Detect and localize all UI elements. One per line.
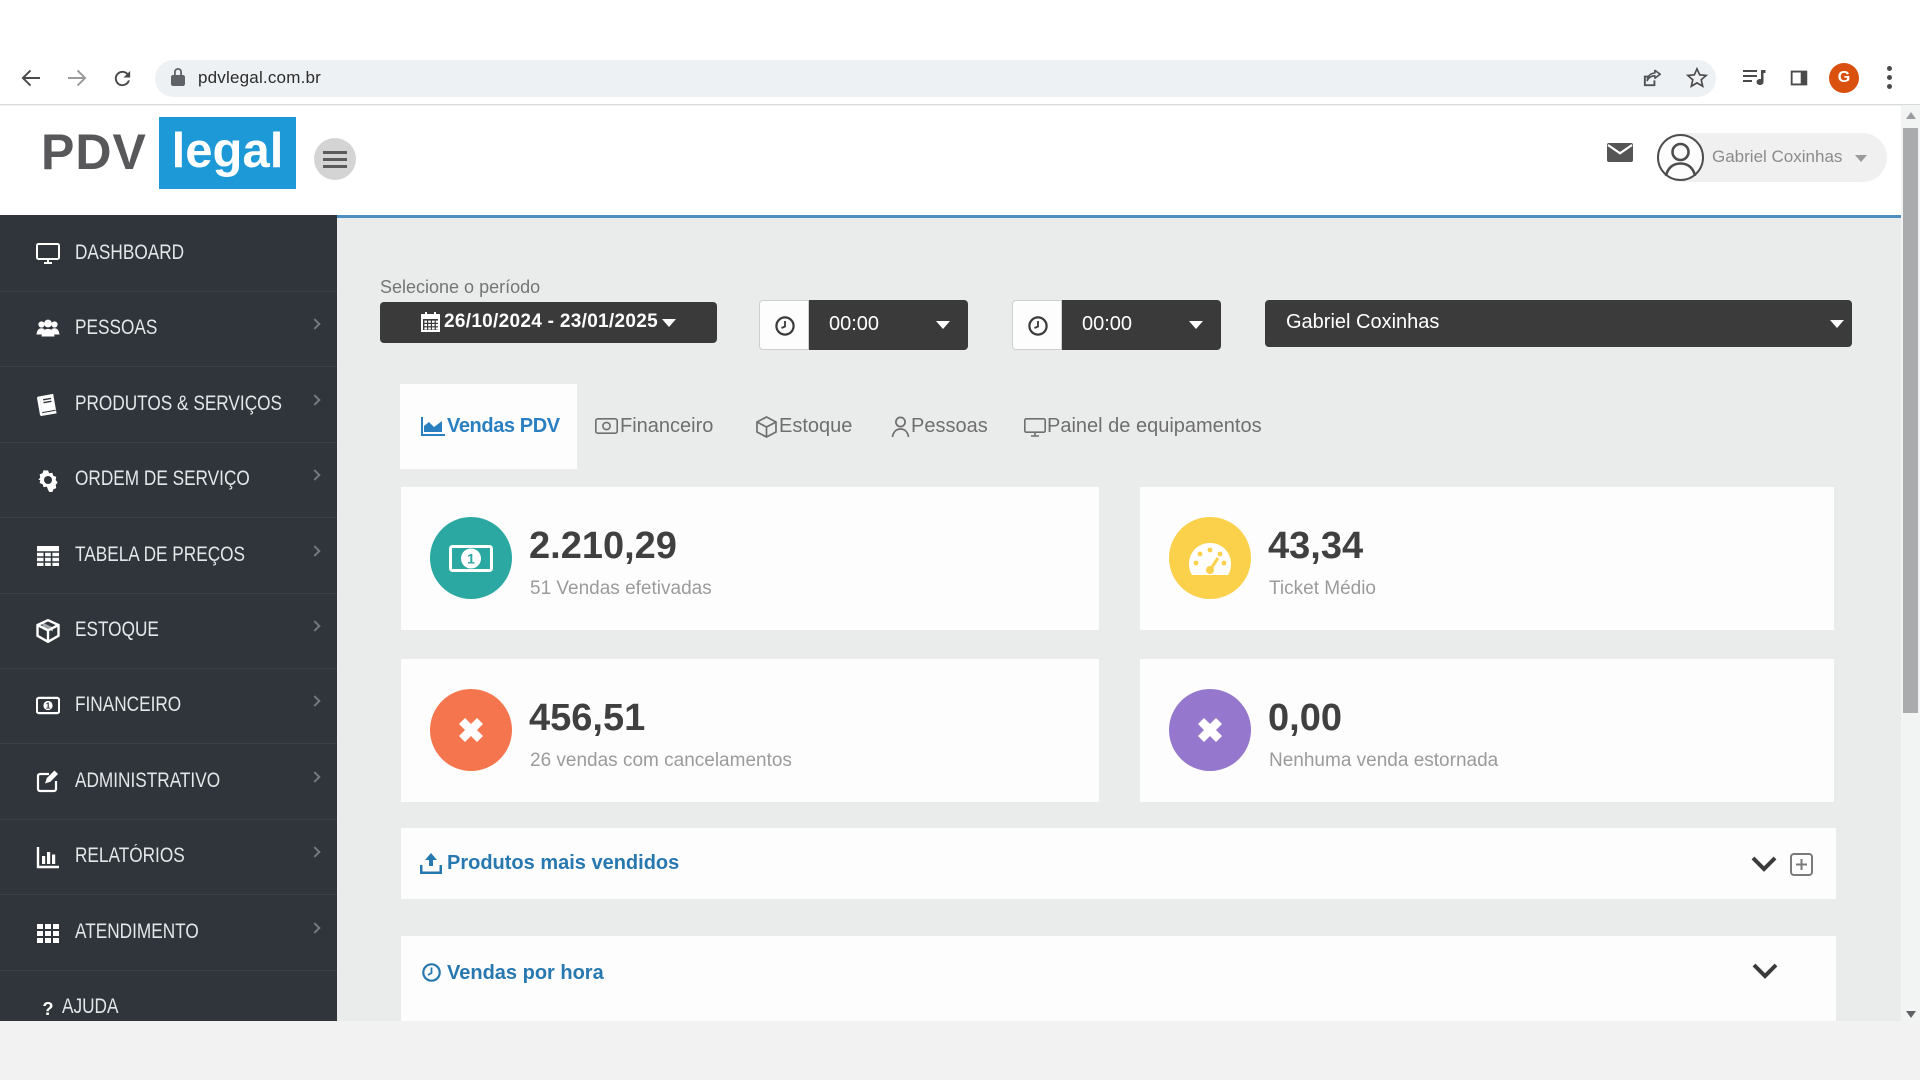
svg-text:1: 1 xyxy=(467,551,475,567)
svg-text:?: ? xyxy=(42,999,53,1019)
svg-text:1: 1 xyxy=(46,701,51,711)
